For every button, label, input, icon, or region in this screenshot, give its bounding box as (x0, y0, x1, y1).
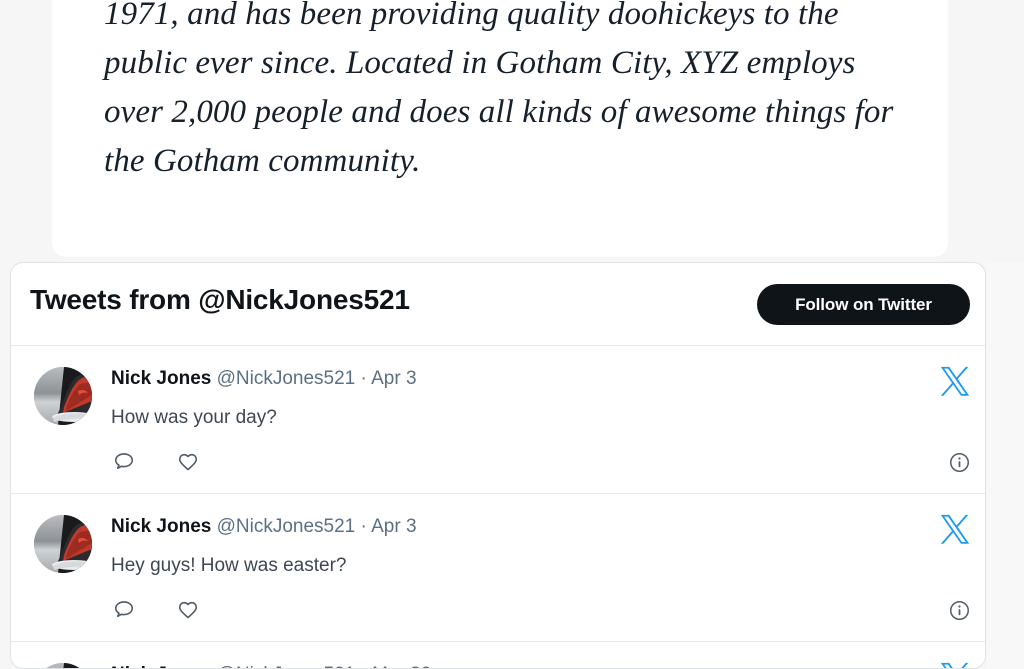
x-logo-icon[interactable] (938, 364, 972, 398)
about-card: 1971, and has been providing quality doo… (52, 0, 948, 257)
embed-right-gutter (987, 262, 1024, 669)
tweet-meta: Nick Jones @NickJones521 · Apr 3 (111, 515, 417, 539)
twitter-embed-title: Tweets from @NickJones521 (30, 284, 410, 315)
tweet-date[interactable]: Mar 30 (372, 664, 431, 668)
sneaker-avatar-image (34, 515, 92, 573)
reply-bubble-icon[interactable] (113, 599, 135, 621)
avatar[interactable] (34, 515, 92, 573)
tweet-display-name[interactable]: Nick Jones (111, 516, 211, 537)
tweet-handle[interactable]: @NickJones521 (217, 516, 356, 537)
avatar[interactable] (34, 367, 92, 425)
tweet-row[interactable]: Nick Jones @NickJones521 · Mar 30 (11, 642, 985, 669)
tweet-actions (113, 599, 199, 621)
follow-on-twitter-button[interactable]: Follow on Twitter (757, 284, 970, 325)
tweet-row[interactable]: Nick Jones @NickJones521 · Apr 3 Hey guy… (11, 494, 985, 642)
twitter-timeline-embed: Tweets from @NickJones521 Follow on Twit… (10, 262, 986, 669)
avatar[interactable] (34, 663, 92, 668)
about-paragraph: 1971, and has been providing quality doo… (104, 0, 894, 179)
tweet-date[interactable]: Apr 3 (371, 516, 416, 537)
tweet-meta-separator: · (360, 368, 367, 389)
tweet-handle[interactable]: @NickJones521 (217, 664, 356, 668)
tweet-text: How was your day? (111, 407, 277, 428)
tweet-meta-separator: · (361, 664, 367, 668)
reply-bubble-icon[interactable] (113, 451, 135, 473)
heart-icon[interactable] (177, 599, 199, 621)
x-logo-icon[interactable] (938, 512, 972, 546)
tweet-actions (113, 451, 199, 473)
sneaker-avatar-image (34, 367, 92, 425)
tweet-meta: Nick Jones @NickJones521 · Apr 3 (111, 367, 417, 391)
tweet-display-name[interactable]: Nick Jones (111, 664, 211, 668)
tweet-meta-separator: · (360, 516, 367, 537)
info-circle-icon[interactable] (949, 452, 970, 473)
tweet-date[interactable]: Apr 3 (371, 368, 416, 389)
x-logo-icon[interactable] (938, 660, 972, 669)
sneaker-avatar-image (34, 663, 92, 668)
tweet-meta: Nick Jones @NickJones521 · Mar 30 (111, 663, 431, 668)
heart-icon[interactable] (177, 451, 199, 473)
tweet-display-name[interactable]: Nick Jones (111, 368, 211, 389)
tweet-row[interactable]: Nick Jones @NickJones521 · Apr 3 How was… (11, 346, 985, 494)
twitter-embed-header: Tweets from @NickJones521 Follow on Twit… (11, 263, 985, 346)
tweet-text: Hey guys! How was easter? (111, 555, 347, 576)
tweet-handle[interactable]: @NickJones521 (217, 368, 356, 389)
info-circle-icon[interactable] (949, 600, 970, 621)
